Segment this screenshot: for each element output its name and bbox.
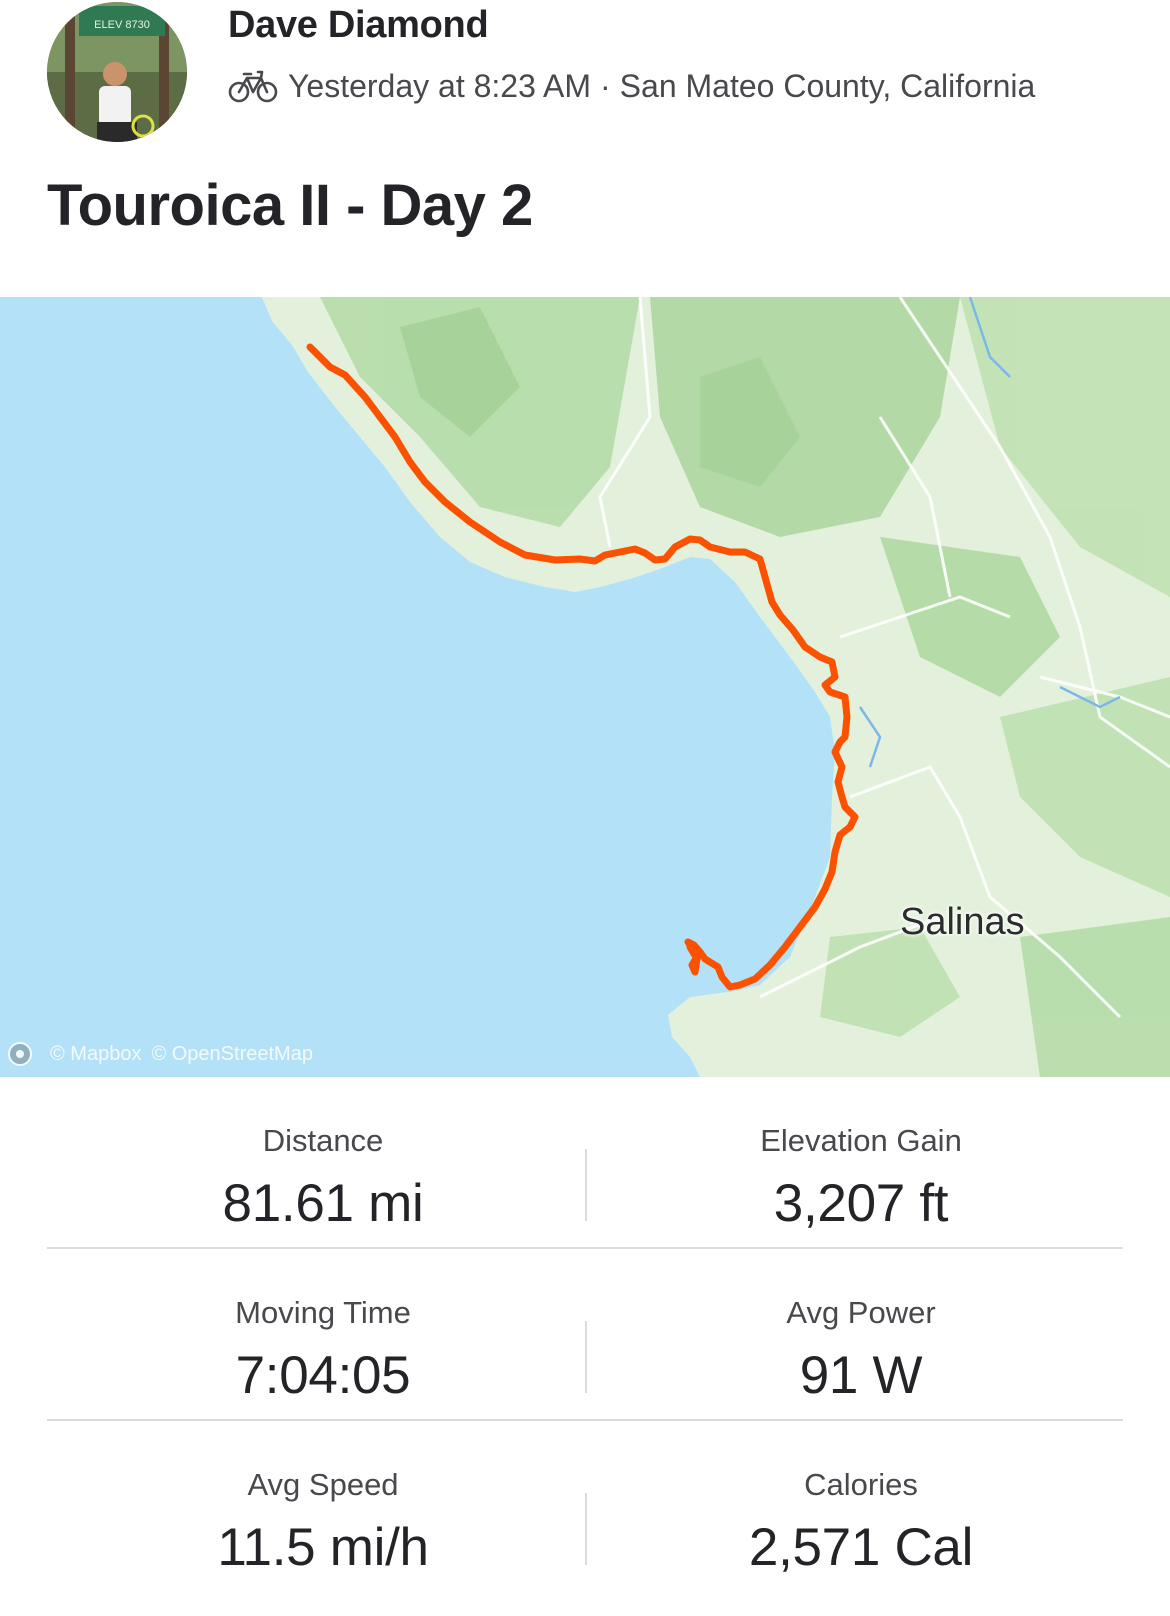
stat-distance: Distance 81.61 mi bbox=[47, 1077, 599, 1234]
attribution-mapbox[interactable]: © Mapbox bbox=[50, 1043, 141, 1066]
stats-grid: Distance 81.61 mi Elevation Gain 3,207 f… bbox=[47, 1077, 1123, 1591]
avatar-photo: ELEV 8730 bbox=[47, 2, 187, 142]
stat-avg-power: Avg Power 91 W bbox=[599, 1249, 1123, 1406]
bike-icon bbox=[228, 68, 278, 104]
stat-value: 3,207 ft bbox=[773, 1174, 949, 1233]
stat-value: 91 W bbox=[799, 1346, 923, 1405]
stat-divider bbox=[585, 1149, 587, 1221]
map-attribution[interactable]: © Mapbox © OpenStreetMap bbox=[8, 1042, 313, 1066]
stats-row: Avg Speed 11.5 mi/h Calories 2,571 Cal bbox=[47, 1421, 1123, 1591]
stats-row: Moving Time 7:04:05 Avg Power 91 W bbox=[47, 1249, 1123, 1421]
athlete-name[interactable]: Dave Diamond bbox=[228, 4, 489, 47]
stats-row: Distance 81.61 mi Elevation Gain 3,207 f… bbox=[47, 1077, 1123, 1249]
meta-separator: · bbox=[600, 67, 611, 104]
activity-time: Yesterday at 8:23 AM bbox=[288, 67, 592, 104]
activity-title[interactable]: Touroica II - Day 2 bbox=[47, 172, 533, 239]
stat-label: Avg Speed bbox=[247, 1467, 399, 1502]
activity-meta: Yesterday at 8:23 AM · San Mateo County,… bbox=[228, 64, 1035, 108]
stat-label: Distance bbox=[262, 1123, 384, 1158]
stat-value: 81.61 mi bbox=[222, 1174, 424, 1233]
stat-value: 7:04:05 bbox=[235, 1346, 411, 1405]
stat-avg-speed: Avg Speed 11.5 mi/h bbox=[47, 1421, 599, 1578]
activity-location: San Mateo County, California bbox=[619, 67, 1036, 104]
activity-header: ELEV 8730 Dave Diamond Yesterday at 8:23… bbox=[0, 0, 1170, 150]
stat-divider bbox=[585, 1321, 587, 1393]
stat-label: Moving Time bbox=[235, 1295, 411, 1330]
avatar-sign-text: ELEV 8730 bbox=[94, 19, 150, 31]
stat-calories: Calories 2,571 Cal bbox=[599, 1421, 1123, 1578]
attribution-osm[interactable]: © OpenStreetMap bbox=[151, 1043, 312, 1066]
stat-label: Elevation Gain bbox=[760, 1123, 962, 1158]
stat-elevation-gain: Elevation Gain 3,207 ft bbox=[599, 1077, 1123, 1234]
stat-label: Avg Power bbox=[786, 1295, 936, 1330]
stat-value: 2,571 Cal bbox=[748, 1518, 974, 1577]
avatar[interactable]: ELEV 8730 bbox=[47, 2, 187, 142]
route-map[interactable]: Salinas © Mapbox © OpenStreetMap bbox=[0, 297, 1170, 1077]
stat-moving-time: Moving Time 7:04:05 bbox=[47, 1249, 599, 1406]
stat-divider bbox=[585, 1493, 587, 1565]
map-place-label: Salinas bbox=[900, 901, 1025, 943]
stat-label: Calories bbox=[804, 1467, 918, 1502]
stat-value: 11.5 mi/h bbox=[217, 1518, 429, 1577]
map-canvas bbox=[0, 297, 1170, 1077]
mapbox-logo-icon[interactable] bbox=[8, 1042, 32, 1066]
